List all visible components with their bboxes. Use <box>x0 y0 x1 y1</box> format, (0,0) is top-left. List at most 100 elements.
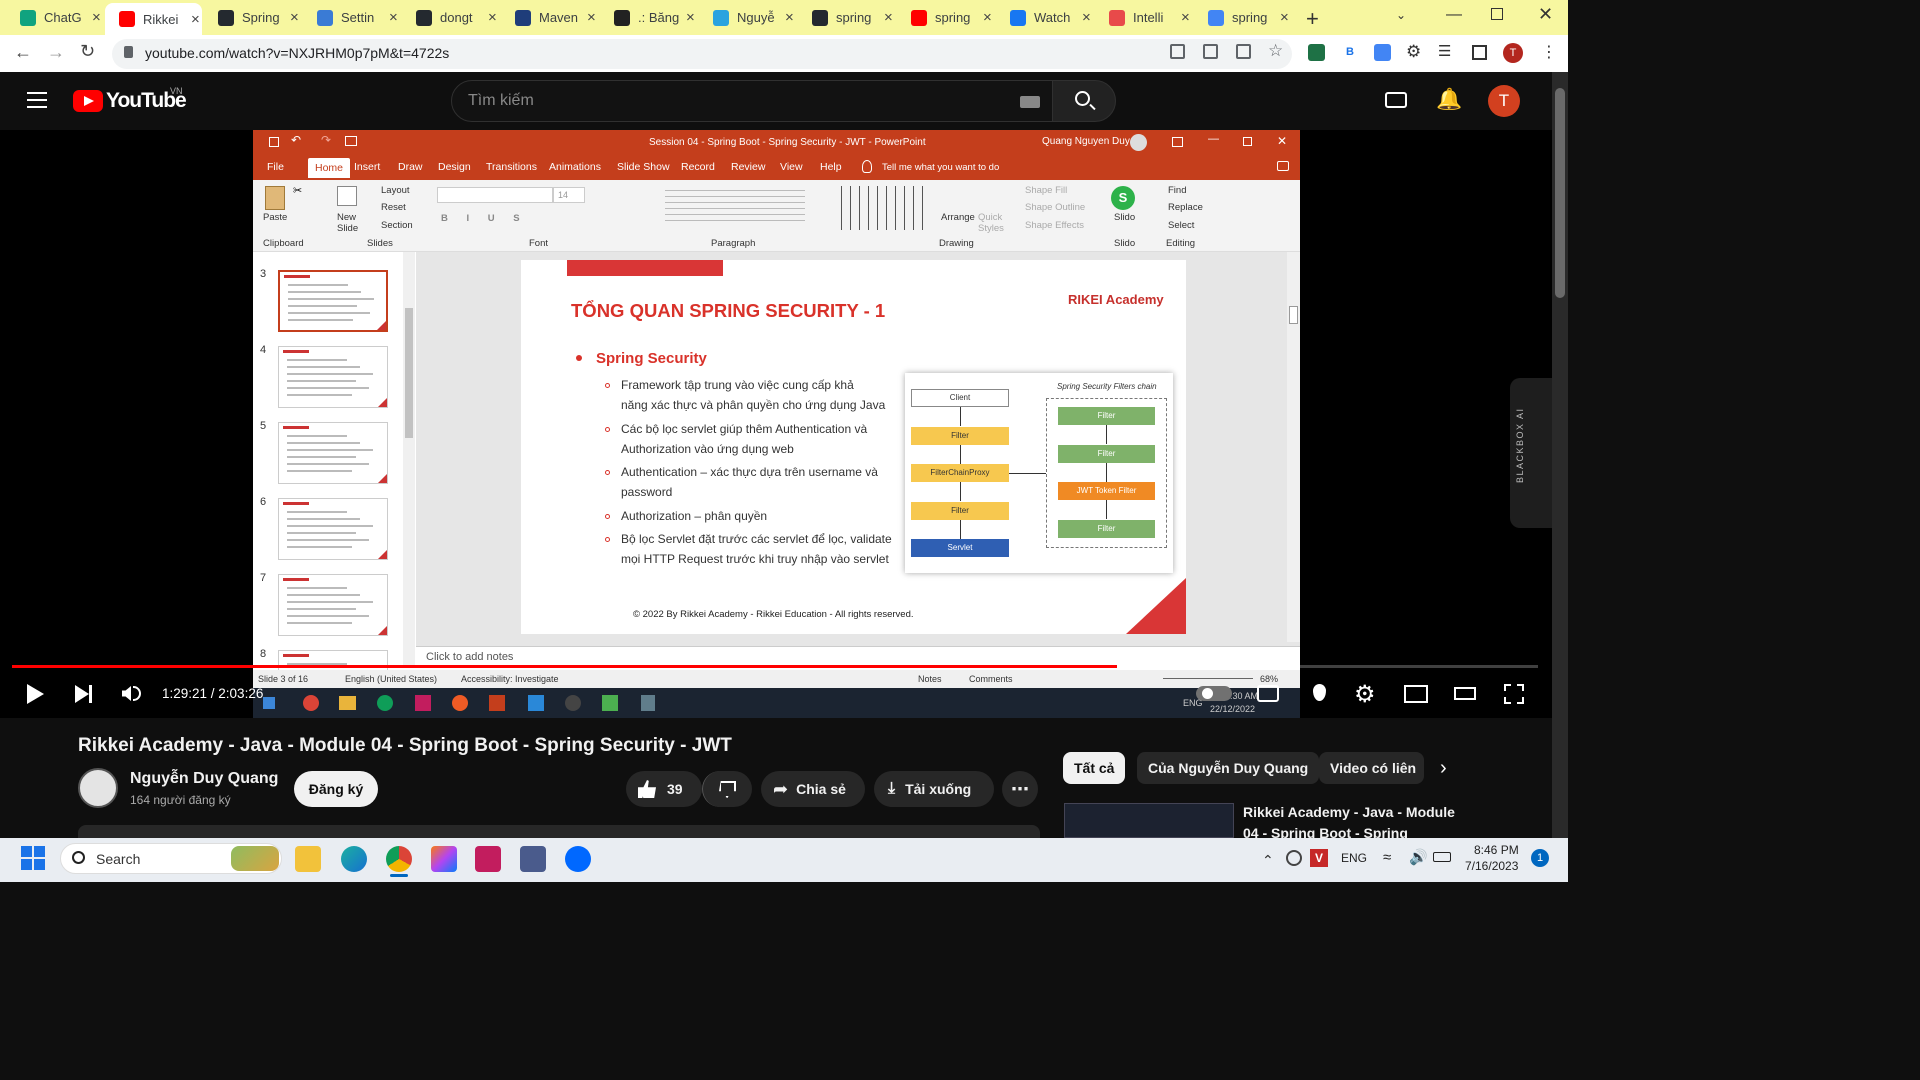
reload-icon[interactable]: ↻ <box>80 41 95 62</box>
settings-gear-icon[interactable]: ⚙ <box>1354 680 1376 709</box>
channel-avatar[interactable] <box>78 768 118 808</box>
user-avatar[interactable]: T <box>1488 85 1520 117</box>
related-thumbnail[interactable] <box>1064 803 1234 838</box>
theater-mode-button[interactable] <box>1454 687 1476 700</box>
hamburger-menu-icon[interactable] <box>27 92 47 108</box>
search-input[interactable]: Tìm kiếm <box>451 80 1053 122</box>
keyboard-icon[interactable] <box>1020 96 1040 108</box>
extensions-puzzle-icon[interactable]: ⚙ <box>1406 42 1421 62</box>
play-button[interactable] <box>27 684 44 704</box>
chrome-menu-icon[interactable]: ⋮ <box>1541 42 1557 62</box>
install-app-icon[interactable] <box>1170 44 1185 59</box>
back-icon[interactable]: ← <box>14 42 32 63</box>
b-extension-icon[interactable]: B <box>1346 46 1354 58</box>
excel-extension-icon[interactable] <box>1308 44 1325 61</box>
tab-close-icon[interactable]: × <box>92 9 101 26</box>
like-button[interactable]: 39 <box>626 771 702 807</box>
forward-icon[interactable]: → <box>47 42 65 63</box>
tray-language[interactable]: ENG <box>1341 851 1367 865</box>
maximize-window-button[interactable] <box>1491 8 1503 20</box>
edge-icon[interactable] <box>341 846 367 872</box>
browser-tab[interactable]: .: Băng × <box>600 4 697 31</box>
miniplayer-button[interactable] <box>1404 685 1428 703</box>
related-title-line-2[interactable]: 04 - Spring Boot - Spring <box>1243 825 1408 838</box>
create-video-icon[interactable] <box>1385 92 1407 108</box>
volume-tray-icon[interactable]: 🔊 <box>1409 848 1428 866</box>
dislike-button[interactable] <box>702 771 752 807</box>
blackbox-ai-widget[interactable]: BLACKBOX AI <box>1510 378 1552 528</box>
filter-chip[interactable]: Video có liên <box>1319 752 1424 784</box>
battery-icon[interactable] <box>1433 852 1451 862</box>
filter-chip[interactable]: Của Nguyễn Duy Quang <box>1137 752 1320 784</box>
share-button[interactable]: ➦ Chia sẻ <box>761 771 865 807</box>
tab-close-icon[interactable]: × <box>290 9 299 26</box>
filter-chip[interactable]: Tất cả <box>1063 752 1126 784</box>
browser-tab[interactable]: Settin × <box>303 4 400 31</box>
windows-start-icon[interactable] <box>21 846 45 870</box>
snipping-tool-icon[interactable] <box>520 846 546 872</box>
tab-title: spring <box>836 10 872 25</box>
related-title-line-1[interactable]: Rikkei Academy - Java - Module <box>1243 804 1455 820</box>
taskbar-clock-time[interactable]: 8:46 PM <box>1474 843 1519 857</box>
side-panel-icon[interactable] <box>1472 45 1487 60</box>
chips-next-chevron-icon[interactable]: › <box>1440 757 1447 780</box>
browser-tab[interactable]: Rikkei × <box>105 3 202 35</box>
profile-avatar[interactable]: T <box>1503 43 1523 63</box>
subscribe-button[interactable]: Đăng ký <box>294 771 378 807</box>
taskbar-search-box[interactable]: Search <box>60 843 282 874</box>
tab-close-icon[interactable]: × <box>686 9 695 26</box>
zalo-icon[interactable] <box>565 846 591 872</box>
google-translate-extension-icon[interactable] <box>1374 44 1391 61</box>
translate-icon[interactable] <box>1203 44 1218 59</box>
wifi-icon[interactable]: ≈ <box>1383 849 1391 866</box>
save-icon <box>269 137 279 147</box>
browser-tab[interactable]: ChatG × <box>6 4 103 31</box>
tab-close-icon[interactable]: × <box>1280 9 1289 26</box>
tab-close-icon[interactable]: × <box>488 9 497 26</box>
tab-close-icon[interactable]: × <box>884 9 893 26</box>
tab-close-icon[interactable]: × <box>587 9 596 26</box>
taskbar-clock-date[interactable]: 7/16/2023 <box>1465 859 1518 873</box>
close-window-button[interactable]: ✕ <box>1538 4 1553 25</box>
tab-close-icon[interactable]: × <box>1181 9 1190 26</box>
next-video-button[interactable] <box>75 685 89 703</box>
share-icon[interactable] <box>1236 44 1251 59</box>
browser-tab[interactable]: spring × <box>798 4 895 31</box>
browser-tab[interactable]: Spring × <box>204 4 301 31</box>
tab-close-icon[interactable]: × <box>1082 9 1091 26</box>
browser-tab[interactable]: dongt × <box>402 4 499 31</box>
more-actions-button[interactable]: ⋯ <box>1002 771 1038 807</box>
tab-close-icon[interactable]: × <box>785 9 794 26</box>
tab-close-icon[interactable]: × <box>389 9 398 26</box>
browser-tab[interactable]: spring × <box>897 4 994 31</box>
notifications-bell-icon[interactable]: 🔔 <box>1436 88 1462 112</box>
file-explorer-icon[interactable] <box>295 846 321 872</box>
tray-sync-icon[interactable] <box>1286 850 1302 866</box>
search-button[interactable] <box>1052 80 1116 122</box>
bookmark-star-icon[interactable]: ☆ <box>1268 41 1283 61</box>
browser-tab[interactable]: Nguyễ × <box>699 4 796 31</box>
tray-vietkey-icon[interactable]: V <box>1310 849 1328 867</box>
browser-tab[interactable]: Maven × <box>501 4 598 31</box>
jetbrains-taskbar-icon[interactable] <box>475 846 501 872</box>
page-scrollbar[interactable] <box>1552 72 1568 838</box>
channel-name[interactable]: Nguyễn Duy Quang <box>130 770 278 788</box>
chrome-taskbar-icon[interactable] <box>386 846 412 872</box>
browser-tab[interactable]: Watch × <box>996 4 1093 31</box>
ppt-titlebar: ↶ ↷ Session 04 - Spring Boot - Spring Se… <box>253 130 1300 155</box>
browser-tab[interactable]: spring × <box>1194 4 1291 31</box>
tab-search-chevron-icon[interactable]: ⌄ <box>1396 8 1406 22</box>
youtube-logo-icon[interactable] <box>73 90 103 112</box>
browser-tab[interactable]: Intelli × <box>1095 4 1192 31</box>
media-control-icon[interactable]: ☰ <box>1438 42 1451 60</box>
minimize-window-button[interactable]: — <box>1446 6 1462 24</box>
tab-close-icon[interactable]: × <box>983 9 992 26</box>
subtitles-button[interactable] <box>1257 685 1279 702</box>
next-bar-icon <box>89 685 92 703</box>
notification-badge[interactable]: 1 <box>1531 849 1549 867</box>
intellij-taskbar-icon[interactable] <box>431 846 457 872</box>
tab-close-icon[interactable]: × <box>191 11 200 28</box>
new-tab-button[interactable]: + <box>1306 6 1319 32</box>
download-button[interactable]: ⤓ Tải xuống <box>874 771 994 807</box>
tray-chevron-icon[interactable]: ⌃ <box>1262 852 1274 869</box>
